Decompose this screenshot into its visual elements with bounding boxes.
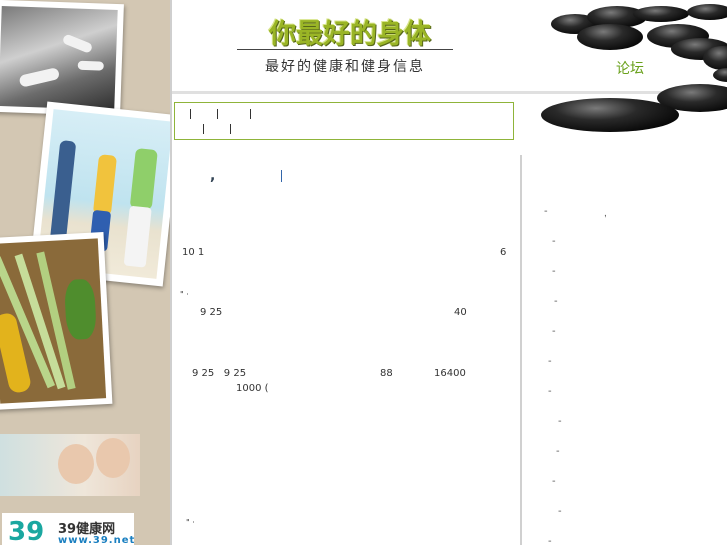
sidebar-bullet[interactable]: - — [556, 446, 560, 457]
logo-url: www.39.net — [58, 535, 136, 545]
sidebar-bullet[interactable]: - — [548, 356, 552, 367]
sidebar-bullet[interactable]: - — [554, 296, 558, 307]
article-line: " · — [186, 518, 195, 527]
nav-bar — [174, 102, 514, 140]
sidebar-bullet[interactable]: - — [558, 416, 562, 427]
nav-separator — [190, 109, 191, 119]
sidebar-bullet[interactable]: - — [552, 266, 556, 277]
article-line: " · — [180, 290, 189, 299]
article-content: , 10 1 6 " · 9 25 40 9 25 9 25 88 16400 … — [172, 140, 520, 545]
nav-separator — [250, 109, 251, 119]
title-divider — [237, 49, 453, 50]
article-headline: , — [210, 168, 216, 184]
sidebar-bullet[interactable]: - — [552, 236, 556, 247]
site-logo[interactable]: 39 39健康网 www.39.net — [2, 513, 134, 545]
article-line: 1000 ( — [236, 383, 269, 394]
article-line: 10 1 — [182, 247, 205, 258]
article-line: 9 25 9 25 — [192, 368, 247, 379]
logo-mark: 39 — [8, 517, 45, 545]
article-line: 16400 — [434, 368, 466, 379]
sidebar-comma: , — [604, 208, 607, 219]
article-line: 40 — [454, 307, 467, 318]
article-line: 9 25 — [200, 307, 223, 318]
nav-separator — [217, 109, 218, 119]
site-subtitle: 最好的健康和健身信息 — [265, 59, 425, 75]
vegetables-photo — [0, 232, 113, 410]
article-line: 6 — [500, 247, 507, 258]
running-photo — [0, 0, 124, 117]
article-line: 88 — [380, 368, 393, 379]
nav-separator — [203, 124, 204, 134]
sidebar-bullet[interactable]: - — [552, 476, 556, 487]
sidebar-bullet[interactable]: - — [548, 536, 552, 547]
children-photo — [0, 434, 140, 496]
nav-separator — [230, 124, 231, 134]
headline-cursor — [281, 170, 282, 182]
column-divider — [520, 155, 522, 545]
left-decor-panel: 39 39健康网 www.39.net — [0, 0, 172, 545]
sidebar-bullet[interactable]: - — [552, 326, 556, 337]
sidebar-bullet[interactable]: - — [544, 206, 548, 217]
page-header: 你最好的身体 最好的健康和健身信息 论坛 — [172, 0, 727, 132]
sidebar-bullet[interactable]: - — [548, 386, 552, 397]
forum-link[interactable]: 论坛 — [616, 58, 644, 78]
site-title: 你最好的身体 — [269, 19, 431, 50]
sidebar-bullet[interactable]: - — [558, 506, 562, 517]
